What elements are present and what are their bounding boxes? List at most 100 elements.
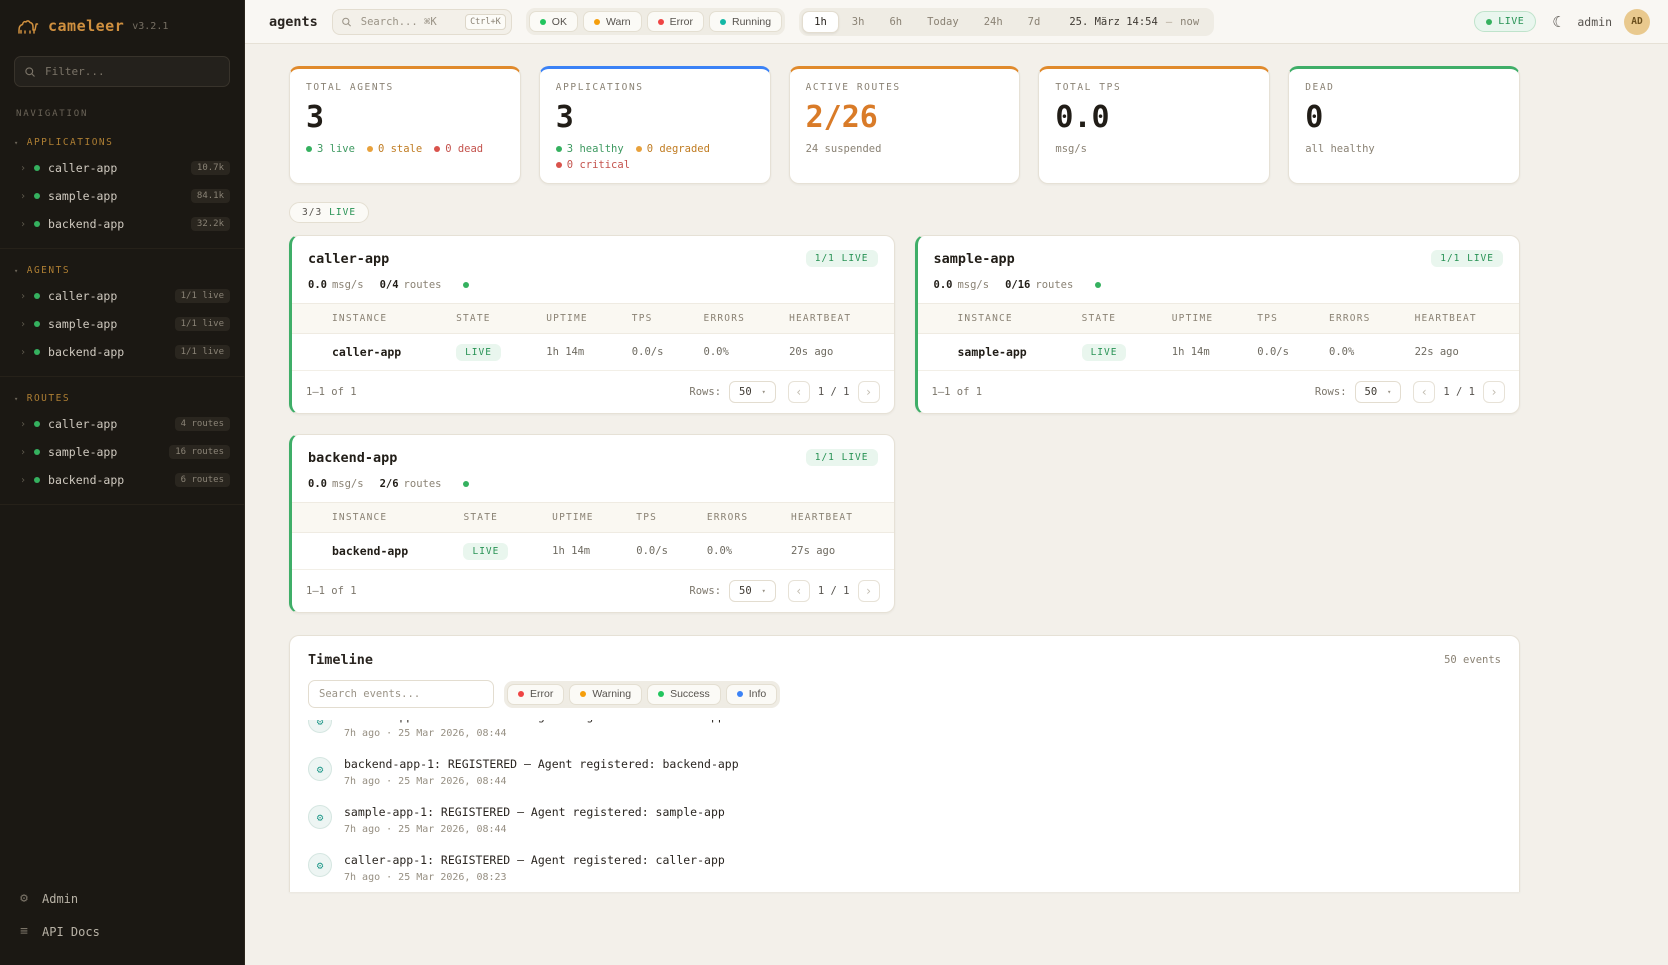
sidebar-item-application-backend-app[interactable]: › backend-app 32.2k: [0, 210, 244, 238]
health-dot: [1095, 282, 1101, 288]
nav-section-label: NAVIGATION: [0, 89, 244, 121]
filter-pill-warn[interactable]: Warn: [583, 11, 642, 32]
table-row[interactable]: sample-app LIVE 1h 14m 0.0/s 0.0% 22s ag…: [918, 334, 1520, 371]
next-page-button[interactable]: ›: [858, 381, 880, 403]
row-range: 1–1 of 1: [306, 585, 689, 597]
prev-page-button[interactable]: ‹: [788, 381, 810, 403]
stat-card-active-routes: ACTIVE ROUTES 2/26 24 suspended: [789, 66, 1021, 184]
rows-per-page-select[interactable]: 50 ▾: [729, 580, 776, 602]
col-header: ERRORS: [694, 304, 780, 334]
live-dot: [1486, 19, 1492, 25]
timeline-event[interactable]: ⚙ backend-app-1: REGISTERED — Agent regi…: [308, 748, 1501, 796]
event-timestamp: 7h ago · 25 Mar 2026, 08:44: [344, 728, 725, 739]
filter-label: Error: [530, 688, 553, 700]
time-range-1h[interactable]: 1h: [802, 11, 839, 33]
table-row[interactable]: backend-app LIVE 1h 14m 0.0/s 0.0% 27s a…: [292, 533, 894, 570]
success-dot: [658, 691, 664, 697]
tps-cell: 0.0/s: [1247, 334, 1319, 371]
next-page-button[interactable]: ›: [858, 580, 880, 602]
detail-text: 0 critical: [567, 159, 630, 171]
sidebar-item-agent-backend-app[interactable]: › backend-app 1/1 live: [0, 338, 244, 366]
uptime-cell: 1h 14m: [542, 533, 626, 570]
status-dot: [34, 193, 40, 199]
avatar[interactable]: AD: [1624, 9, 1650, 35]
error-dot: [658, 19, 664, 25]
filter-pill-ok[interactable]: OK: [529, 11, 578, 32]
app-card-metrics: 0.0 msg/s 0/16 routes: [918, 275, 1520, 304]
item-label: caller-app: [48, 289, 167, 303]
time-range-24h[interactable]: 24h: [972, 11, 1015, 33]
page-indicator: 1 / 1: [1443, 386, 1475, 398]
state-badge: LIVE: [456, 344, 501, 361]
section-header-agents[interactable]: ▾ AGENTS: [0, 255, 244, 282]
section-header-applications[interactable]: ▾ APPLICATIONS: [0, 127, 244, 154]
topbar-right: LIVE ☾ admin AD: [1474, 9, 1650, 35]
timeline-filter-success[interactable]: Success: [647, 684, 721, 705]
status-dot: [34, 349, 40, 355]
page-indicator: 1 / 1: [818, 585, 850, 597]
time-range-6h[interactable]: 6h: [877, 11, 914, 33]
filter-pill-running[interactable]: Running: [709, 11, 782, 32]
timeline-event[interactable]: ⚙ caller-app-1: REGISTERED — Agent regis…: [308, 720, 1501, 748]
chevron-down-icon: ▾: [762, 587, 766, 595]
routes-value: 0/16: [1005, 279, 1030, 291]
app-card-title: caller-app: [308, 251, 389, 267]
search-icon: [24, 66, 36, 78]
timeline-event-list[interactable]: ⚙ caller-app-1: REGISTERED — Agent regis…: [290, 720, 1519, 892]
prev-page-button[interactable]: ‹: [1413, 381, 1435, 403]
prev-page-button[interactable]: ‹: [788, 580, 810, 602]
uptime-cell: 1h 14m: [1162, 334, 1248, 371]
chevron-down-icon: ▾: [14, 395, 20, 403]
sidebar-item-application-caller-app[interactable]: › caller-app 10.7k: [0, 154, 244, 182]
timeline-event[interactable]: ⚙ sample-app-1: REGISTERED — Agent regis…: [308, 796, 1501, 844]
section-title: APPLICATIONS: [27, 137, 114, 148]
running-dot: [720, 19, 726, 25]
timeline-filter-warning[interactable]: Warning: [569, 684, 642, 705]
time-range-7d[interactable]: 7d: [1016, 11, 1053, 33]
chevron-right-icon: ›: [20, 191, 26, 202]
chevron-right-icon: ›: [20, 447, 26, 458]
time-range-today[interactable]: Today: [915, 11, 971, 33]
user-name: admin: [1577, 15, 1612, 29]
sidebar-item-routes-backend-app[interactable]: › backend-app 6 routes: [0, 466, 244, 494]
next-page-button[interactable]: ›: [1483, 381, 1505, 403]
page-indicator: 1 / 1: [818, 386, 850, 398]
stat-label: DEAD: [1305, 82, 1503, 93]
instance-name: backend-app: [322, 533, 453, 570]
sidebar-item-routes-caller-app[interactable]: › caller-app 4 routes: [0, 410, 244, 438]
camel-logo-icon: [16, 16, 40, 36]
sidebar-item-application-sample-app[interactable]: › sample-app 84.1k: [0, 182, 244, 210]
section-header-routes[interactable]: ▾ ROUTES: [0, 383, 244, 410]
timeline-event[interactable]: ⚙ caller-app-1: REGISTERED — Agent regis…: [308, 844, 1501, 892]
table-row[interactable]: caller-app LIVE 1h 14m 0.0/s 0.0% 20s ag…: [292, 334, 894, 371]
footer-item-label: Admin: [42, 892, 78, 906]
chevron-down-icon: ▾: [1387, 388, 1391, 396]
rows-per-page-select[interactable]: 50 ▾: [1355, 381, 1402, 403]
chevron-down-icon: ▾: [14, 267, 20, 275]
sidebar-item-agent-caller-app[interactable]: › caller-app 1/1 live: [0, 282, 244, 310]
rows-per-page-select[interactable]: 50 ▾: [729, 381, 776, 403]
instances-table: INSTANCE STATE UPTIME TPS ERRORS HEARTBE…: [292, 503, 894, 570]
item-label: backend-app: [48, 345, 167, 359]
timeline-filter-error[interactable]: Error: [507, 684, 564, 705]
sidebar-item-admin[interactable]: ⚙ Admin: [16, 883, 228, 914]
dark-mode-toggle-icon[interactable]: ☾: [1548, 11, 1565, 33]
col-header: ERRORS: [1319, 304, 1405, 334]
sidebar-item-routes-sample-app[interactable]: › sample-app 16 routes: [0, 438, 244, 466]
timeline-filter-info[interactable]: Info: [726, 684, 778, 705]
sidebar-section-agents: ▾ AGENTS › caller-app 1/1 live › sample-…: [0, 249, 244, 377]
filter-pill-error[interactable]: Error: [647, 11, 704, 32]
sidebar-item-agent-sample-app[interactable]: › sample-app 1/1 live: [0, 310, 244, 338]
item-badge: 6 routes: [175, 473, 230, 487]
item-badge: 4 routes: [175, 417, 230, 431]
time-range-3h[interactable]: 3h: [840, 11, 877, 33]
timeline-search-input[interactable]: [308, 680, 494, 708]
status-dot: [34, 477, 40, 483]
sidebar-item-api-docs[interactable]: ≡ API Docs: [16, 916, 228, 947]
stat-card-applications: APPLICATIONS 3 3 healthy 0 degraded 0 cr…: [539, 66, 771, 184]
sidebar-filter-input[interactable]: [14, 56, 230, 87]
ok-dot: [540, 19, 546, 25]
app-name: cameleer: [48, 17, 124, 35]
info-dot: [737, 691, 743, 697]
col-header: HEARTBEAT: [781, 503, 894, 533]
